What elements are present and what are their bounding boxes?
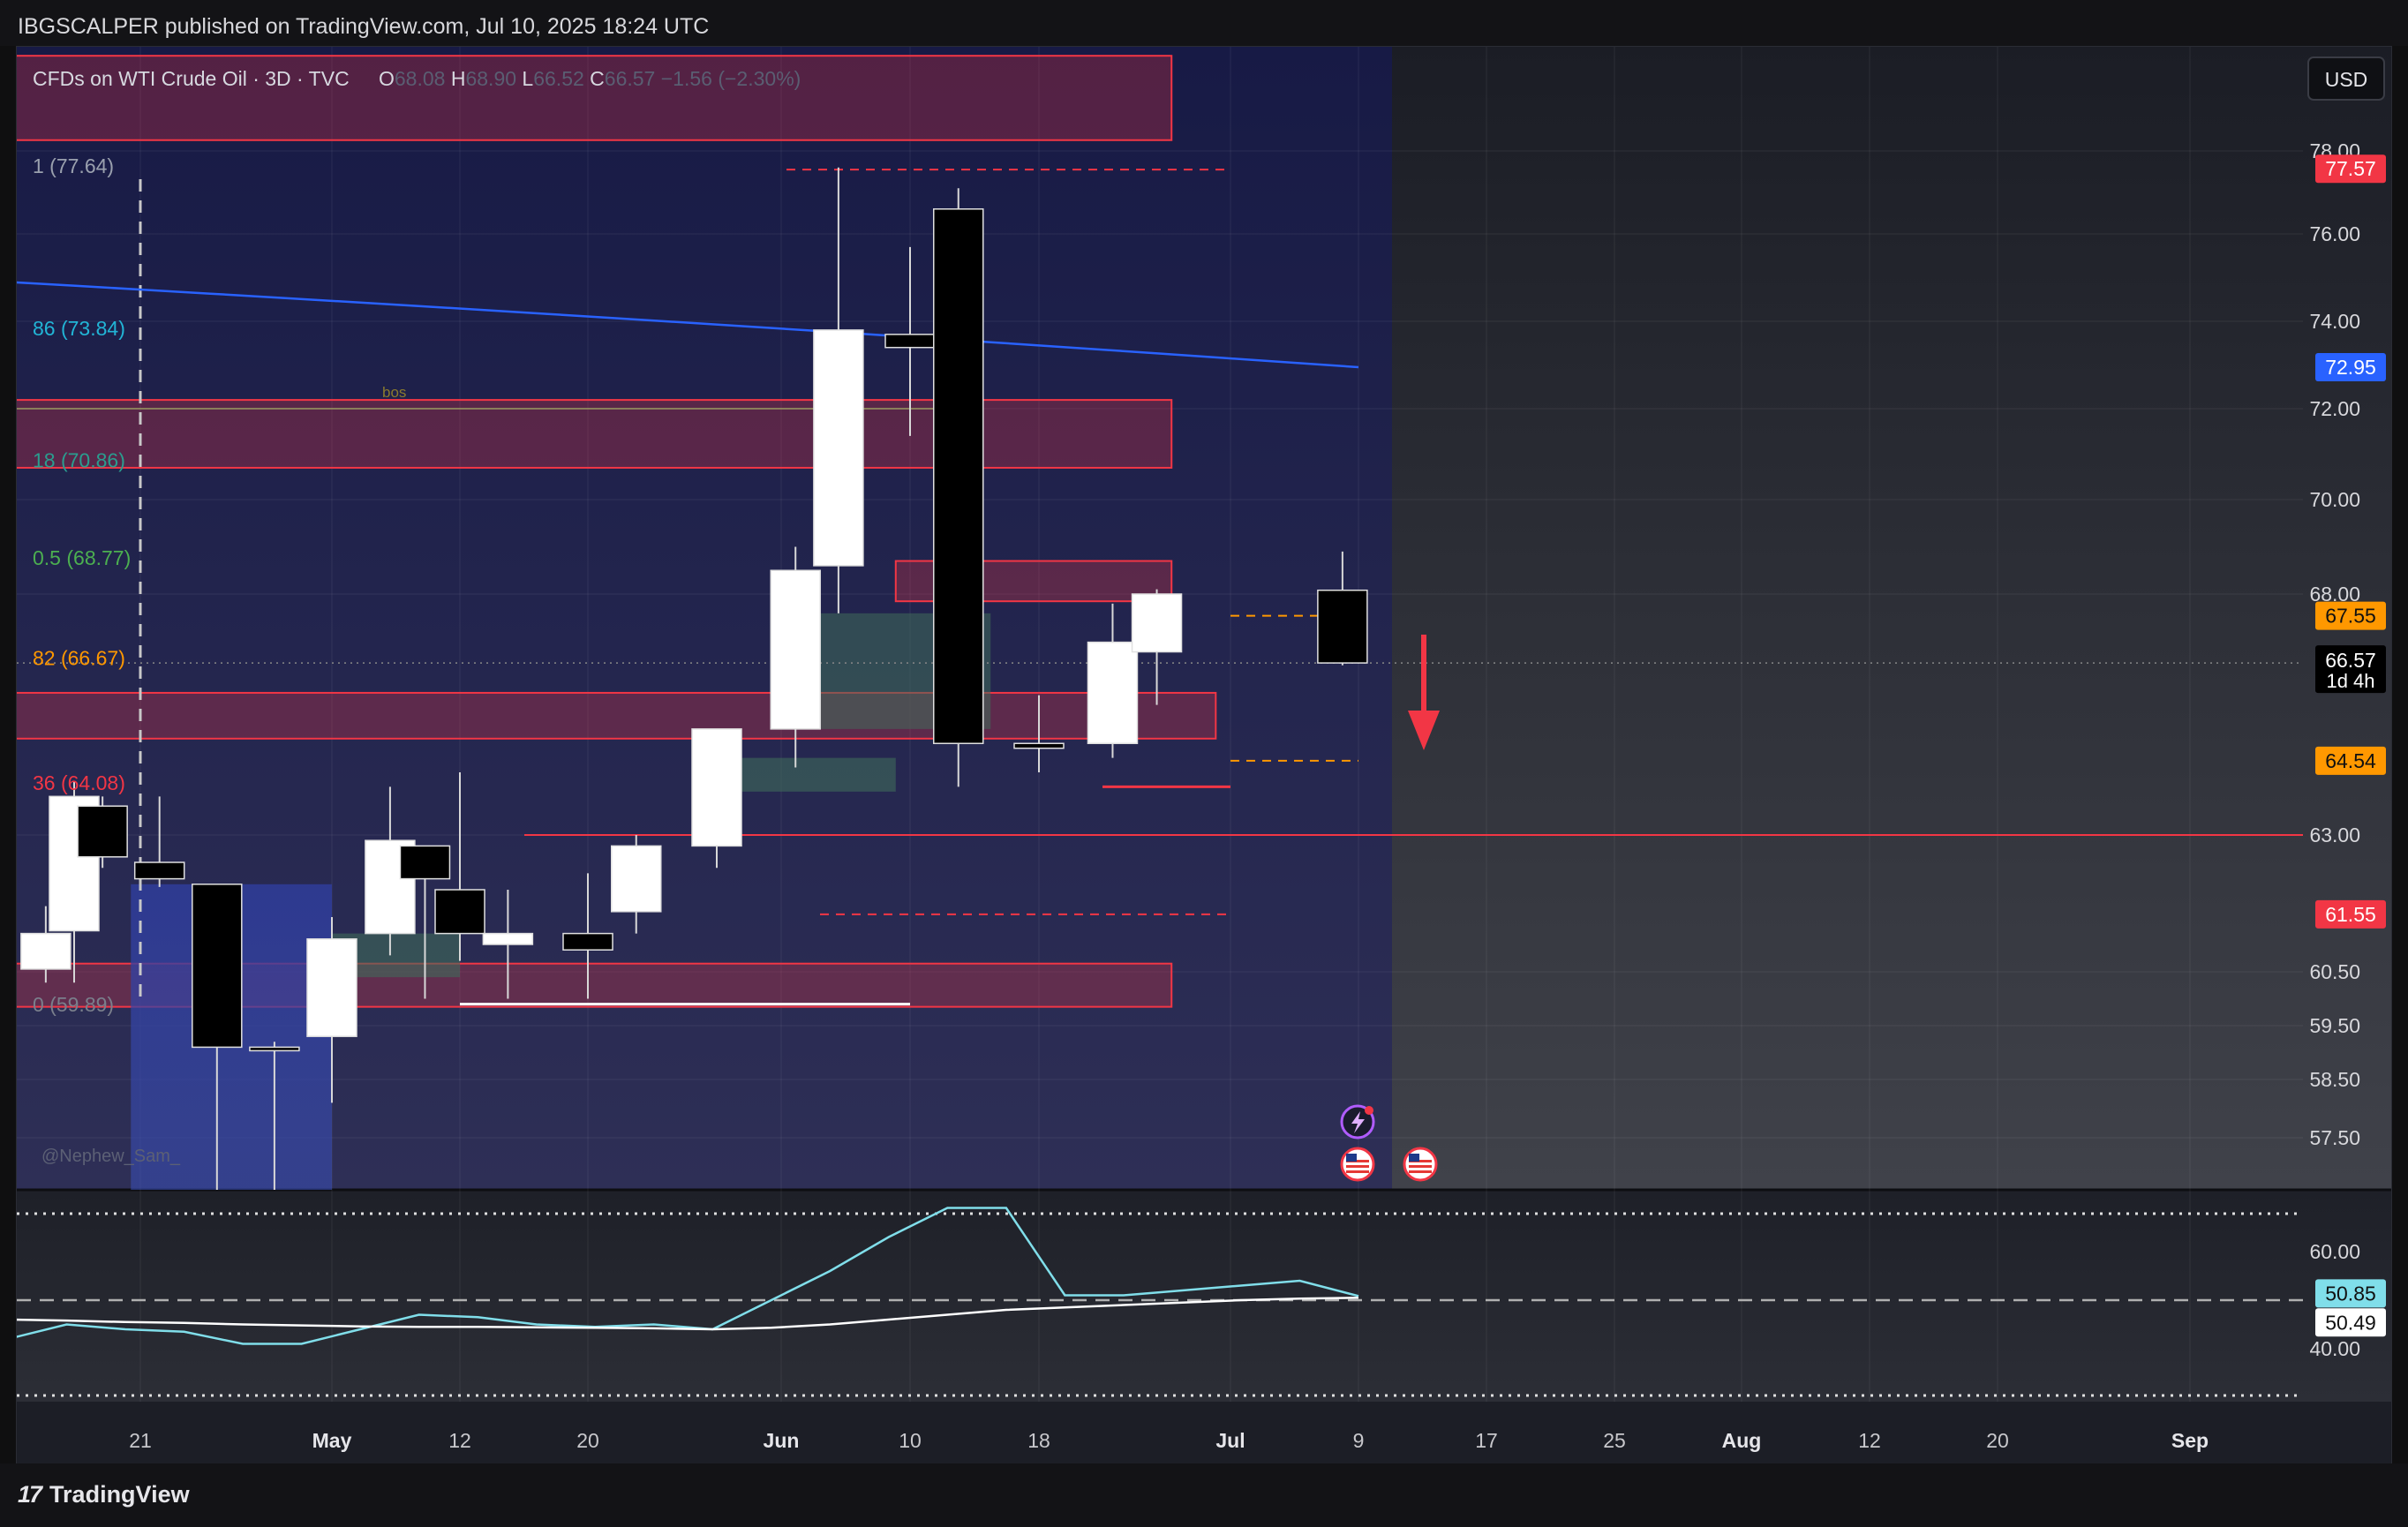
price-tick-label: 59.50	[2309, 1014, 2360, 1037]
ohlc-legend: O68.08 H68.90 L66.52 C66.57 −1.56 (−2.30…	[379, 67, 801, 90]
rsi-tick-label: 60.00	[2309, 1240, 2360, 1263]
candle-body	[249, 1046, 300, 1052]
tv-logo-text: TradingView	[49, 1481, 190, 1508]
price-tick-label: 70.00	[2309, 488, 2360, 511]
watermark: @Nephew_Sam_	[41, 1147, 181, 1166]
candle-body	[1317, 589, 1368, 664]
time-tick-label: Jul	[1215, 1429, 1245, 1452]
price-badge-label: 64.54	[2325, 749, 2376, 772]
ohlc-value: −1.56 (−2.30%)	[661, 67, 801, 90]
price-tick-label: 57.50	[2309, 1126, 2360, 1149]
candle-body	[1087, 641, 1139, 745]
price-tick-label: 58.50	[2309, 1068, 2360, 1091]
fib-level-label: 86 (73.84)	[33, 317, 125, 340]
chart-frame[interactable]: 1 (77.64) 86 (73.84) 18 (70.86) 0.5 (68.77)…	[16, 46, 2392, 1465]
time-tick-label: 12	[448, 1429, 471, 1452]
price-tick-label: 76.00	[2309, 222, 2360, 245]
ohlc-value: 68.90	[465, 67, 522, 90]
candle-body	[192, 884, 243, 1049]
time-tick-label: 10	[899, 1429, 922, 1452]
time-tick-label: Aug	[1722, 1429, 1762, 1452]
candle-body	[691, 728, 742, 847]
price-badge-label: 77.57	[2325, 157, 2376, 180]
supply-demand-zone	[17, 399, 1173, 469]
time-tick-label: 12	[1858, 1429, 1881, 1452]
ohlc-key: O	[379, 67, 395, 90]
candle-body	[133, 861, 185, 880]
ohlc-key: L	[522, 67, 533, 90]
fib-level-label: 1 (77.64)	[33, 154, 114, 177]
time-tick-label: 18	[1027, 1429, 1050, 1452]
lightning-event-icon[interactable]	[1340, 1104, 1375, 1140]
header-bar: IBGSCALPER published on TradingView.com,…	[0, 0, 2408, 46]
published-info: IBGSCALPER published on TradingView.com,…	[18, 14, 710, 39]
candle-body	[562, 932, 613, 951]
candle-body	[306, 938, 357, 1037]
svg-text:USD: USD	[2325, 68, 2368, 91]
price-tick-label: 60.50	[2309, 960, 2360, 983]
time-tick-label: 17	[1475, 1429, 1498, 1452]
time-tick-label: 25	[1603, 1429, 1626, 1452]
green-range-box	[717, 757, 896, 792]
candle-body	[482, 932, 534, 945]
candle-body	[1013, 742, 1065, 749]
time-axis-bg	[17, 1402, 2391, 1464]
fib-level-label: 82 (66.67)	[33, 647, 125, 670]
rsi-badge-label: 50.49	[2325, 1311, 2376, 1334]
fib-level-label: 36 (64.08)	[33, 771, 125, 794]
tradingview-logo[interactable]: 17 TradingView	[18, 1481, 190, 1508]
time-tick-label: Sep	[2171, 1429, 2209, 1452]
candle-body	[399, 845, 451, 880]
candle-body	[933, 208, 984, 745]
us-flag-icon[interactable]	[1340, 1147, 1375, 1182]
time-tick-label: May	[312, 1429, 352, 1452]
ohlc-value: 66.57	[605, 67, 661, 90]
last-price-label: 66.57	[2325, 649, 2376, 672]
bos-label: bos	[382, 384, 406, 401]
candle-body	[770, 569, 821, 730]
price-tick-label: 63.00	[2309, 824, 2360, 846]
rsi-badge-label: 50.85	[2325, 1282, 2376, 1305]
rsi-pane-bg	[17, 1190, 2391, 1402]
time-tick-label: 9	[1353, 1429, 1365, 1452]
price-tick-label: 72.00	[2309, 397, 2360, 420]
bar-countdown-label: 1d 4h	[2326, 670, 2374, 692]
ohlc-key: C	[590, 67, 605, 90]
candle-body	[434, 889, 485, 935]
tv-logo-icon: 17	[18, 1481, 42, 1508]
price-tick-label: 74.00	[2309, 310, 2360, 333]
rsi-tick-label: 40.00	[2309, 1337, 2360, 1360]
time-tick-label: 20	[576, 1429, 599, 1452]
price-badge-label: 72.95	[2325, 356, 2376, 379]
us-flag-icon[interactable]	[1403, 1147, 1438, 1182]
price-badge-label: 61.55	[2325, 903, 2376, 926]
candle-body	[813, 329, 864, 567]
ohlc-value: 68.08	[395, 67, 451, 90]
time-tick-label: 21	[129, 1429, 152, 1452]
symbol-title: CFDs on WTI Crude Oil · 3D · TVC	[33, 67, 350, 90]
fib-level-label: 0.5 (68.77)	[33, 546, 131, 569]
candle-body	[20, 932, 71, 970]
chart-svg[interactable]: 1 (77.64) 86 (73.84) 18 (70.86) 0.5 (68.77)…	[17, 47, 2391, 1464]
footer-bar	[0, 1463, 2408, 1527]
candle-body	[77, 805, 128, 858]
supply-demand-zone	[17, 691, 1217, 740]
candle-body	[884, 334, 936, 349]
time-tick-label: Jun	[764, 1429, 800, 1452]
price-badge-label: 67.55	[2325, 605, 2376, 628]
fib-level-label: 0 (59.89)	[33, 993, 114, 1016]
ohlc-key: H	[451, 67, 466, 90]
candle-body	[1131, 593, 1183, 653]
fib-level-label: 18 (70.86)	[33, 449, 125, 472]
ohlc-value: 66.52	[533, 67, 590, 90]
currency-button[interactable]: USD	[2307, 56, 2385, 101]
candle-body	[611, 845, 662, 913]
time-tick-label: 20	[1986, 1429, 2009, 1452]
